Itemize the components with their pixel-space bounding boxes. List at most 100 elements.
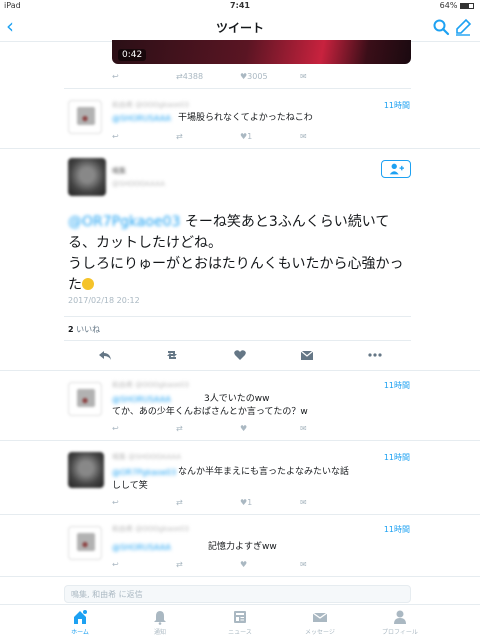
tab-profile[interactable]: プロフィール: [360, 609, 440, 636]
share-icon[interactable]: ✉: [300, 560, 307, 569]
divider: [64, 316, 411, 317]
battery-indicator: 64%: [440, 1, 474, 10]
reply-input[interactable]: 鳴集, 和由希 に返信: [64, 585, 411, 603]
retweet-icon[interactable]: ⇄: [176, 132, 183, 141]
like-icon[interactable]: ♥: [240, 424, 247, 433]
user-name[interactable]: 鳴集: [112, 166, 126, 175]
search-icon[interactable]: [432, 18, 450, 36]
share-icon[interactable]: ✉: [300, 498, 307, 507]
tweet-actions: ↩ ⇄ ♥ ✉: [112, 424, 412, 438]
avatar[interactable]: [68, 526, 102, 560]
like-icon[interactable]: ♥ 3005: [240, 72, 268, 81]
timestamp: 11時間: [383, 525, 410, 534]
tab-notifications[interactable]: 通知: [120, 609, 200, 636]
tweet-text: @OR7Pgkaoe03 そーね笑あと3ふんくらい続いてる、カットしたけどね。 …: [68, 212, 416, 296]
divider: [0, 440, 480, 441]
likes-count: 2: [68, 325, 74, 334]
status-bar: iPad 7:41 64%: [0, 0, 480, 12]
user-handle: @SHOOOAAAA: [112, 180, 165, 188]
avatar[interactable]: [68, 452, 104, 488]
user-name: 和由希 @OOOgkaoe03: [112, 525, 189, 533]
video-duration: 0:42: [118, 49, 147, 61]
avatar[interactable]: [68, 382, 102, 416]
tweet-text: 干場股られなくてよかったねこわ: [178, 113, 313, 123]
video-thumbnail[interactable]: 0:42: [112, 40, 411, 64]
parent-tweet-actions: ↩ ⇄ 4388 ♥ 3005 ✉: [112, 72, 412, 86]
retweet-count: 4388: [182, 72, 204, 81]
smile-emoji-icon: [82, 278, 94, 290]
more-icon[interactable]: [368, 348, 382, 362]
tweet-datetime: 2017/02/18 20:12: [68, 296, 140, 305]
retweet-icon[interactable]: ⇄: [176, 560, 183, 569]
avatar[interactable]: [68, 100, 102, 134]
retweet-icon[interactable]: [165, 348, 179, 362]
like-icon[interactable]: [233, 348, 247, 362]
retweet-icon[interactable]: ⇄: [176, 424, 183, 433]
timestamp: 11時間: [383, 453, 410, 462]
tweet-text-line-2: てか、あの少年くんおばさんとか言ってたの？w: [112, 407, 308, 417]
tab-messages[interactable]: メッセージ: [280, 609, 360, 636]
share-icon[interactable]: ✉: [300, 424, 307, 433]
divider: [64, 340, 411, 341]
tab-bar: ホーム 通知 ニュース メッセージ プロフィール: [0, 604, 480, 640]
avatar[interactable]: [68, 158, 106, 196]
reply-icon[interactable]: [98, 348, 112, 362]
divider: [0, 576, 480, 577]
divider: [0, 148, 480, 149]
reply-icon[interactable]: ↩: [112, 498, 119, 507]
tweet-text: 記憶力よすぎww: [208, 542, 277, 552]
battery-percent: 64%: [439, 1, 458, 10]
share-icon[interactable]: ✉: [300, 72, 307, 81]
tweet-actions: ↩ ⇄ ♥ 1 ✉: [112, 498, 412, 512]
retweet-icon[interactable]: ⇄: [176, 498, 183, 507]
divider: [0, 370, 480, 371]
mention[interactable]: @SHORUSAAA: [112, 543, 171, 552]
nav-bar: ‹ ツイート: [0, 12, 480, 42]
follow-button[interactable]: [381, 160, 411, 178]
mention[interactable]: @SHORUSAAA: [112, 395, 171, 404]
tweet-text-line-1: なんか半年まえにも言ったよなみたいな話: [178, 467, 350, 477]
user-name: 鳴集 @SHOOOAAAA: [112, 453, 182, 461]
tweet-actions: ↩ ⇄ ♥ ✉: [112, 560, 412, 574]
tab-home[interactable]: ホーム: [40, 609, 120, 636]
like-icon[interactable]: ♥ 1: [240, 132, 252, 141]
like-icon[interactable]: ♥: [240, 560, 247, 569]
retweet-icon[interactable]: ⇄ 4388: [176, 72, 203, 81]
tab-label: プロフィール: [382, 629, 418, 636]
tab-label: ニュース: [228, 629, 252, 636]
timestamp: 11時間: [383, 101, 410, 110]
bell-icon: [154, 611, 166, 625]
battery-icon: [460, 2, 474, 9]
mention[interactable]: @OR7Pgkaoe03: [112, 468, 176, 477]
page-title: ツイート: [215, 21, 264, 35]
mention[interactable]: @OR7Pgkaoe03: [68, 214, 180, 230]
divider: [64, 88, 411, 89]
like-icon[interactable]: ♥ 1: [240, 498, 252, 507]
like-count: 1: [247, 132, 253, 141]
likes-summary[interactable]: 2 いいね: [68, 324, 100, 335]
profile-icon: [394, 610, 406, 624]
reply-icon[interactable]: ↩: [112, 424, 119, 433]
main-tweet-actions: [0, 348, 480, 364]
divider: [0, 514, 480, 515]
tab-news[interactable]: ニュース: [200, 609, 280, 636]
reply-icon[interactable]: ↩: [112, 560, 119, 569]
mention[interactable]: @SHORUSAAA: [112, 114, 171, 123]
message-icon[interactable]: [300, 348, 314, 362]
news-icon: [234, 611, 246, 623]
tweet-actions: ↩ ⇄ ♥ 1 ✉: [112, 132, 412, 146]
tweet-text-line-2: うしろにりゅーがとおはたりんくもいたから心強かった: [68, 256, 404, 293]
home-icon: [74, 610, 87, 624]
reply-icon[interactable]: ↩: [112, 132, 119, 141]
mail-icon: [312, 612, 328, 622]
share-icon[interactable]: ✉: [300, 132, 307, 141]
compose-tweet-icon[interactable]: [454, 18, 472, 36]
tab-label: 通知: [153, 629, 166, 636]
like-count: 3005: [247, 72, 268, 81]
tweet-text-line-2: しして笑: [112, 481, 148, 491]
user-name: 和由希 @OOOgkaoe03: [112, 101, 189, 109]
tab-label: ホーム: [71, 629, 89, 636]
likes-label: いいね: [76, 325, 101, 334]
tweet-text-line-1: 3人でいたのww: [204, 394, 270, 404]
reply-icon[interactable]: ↩: [112, 72, 119, 81]
